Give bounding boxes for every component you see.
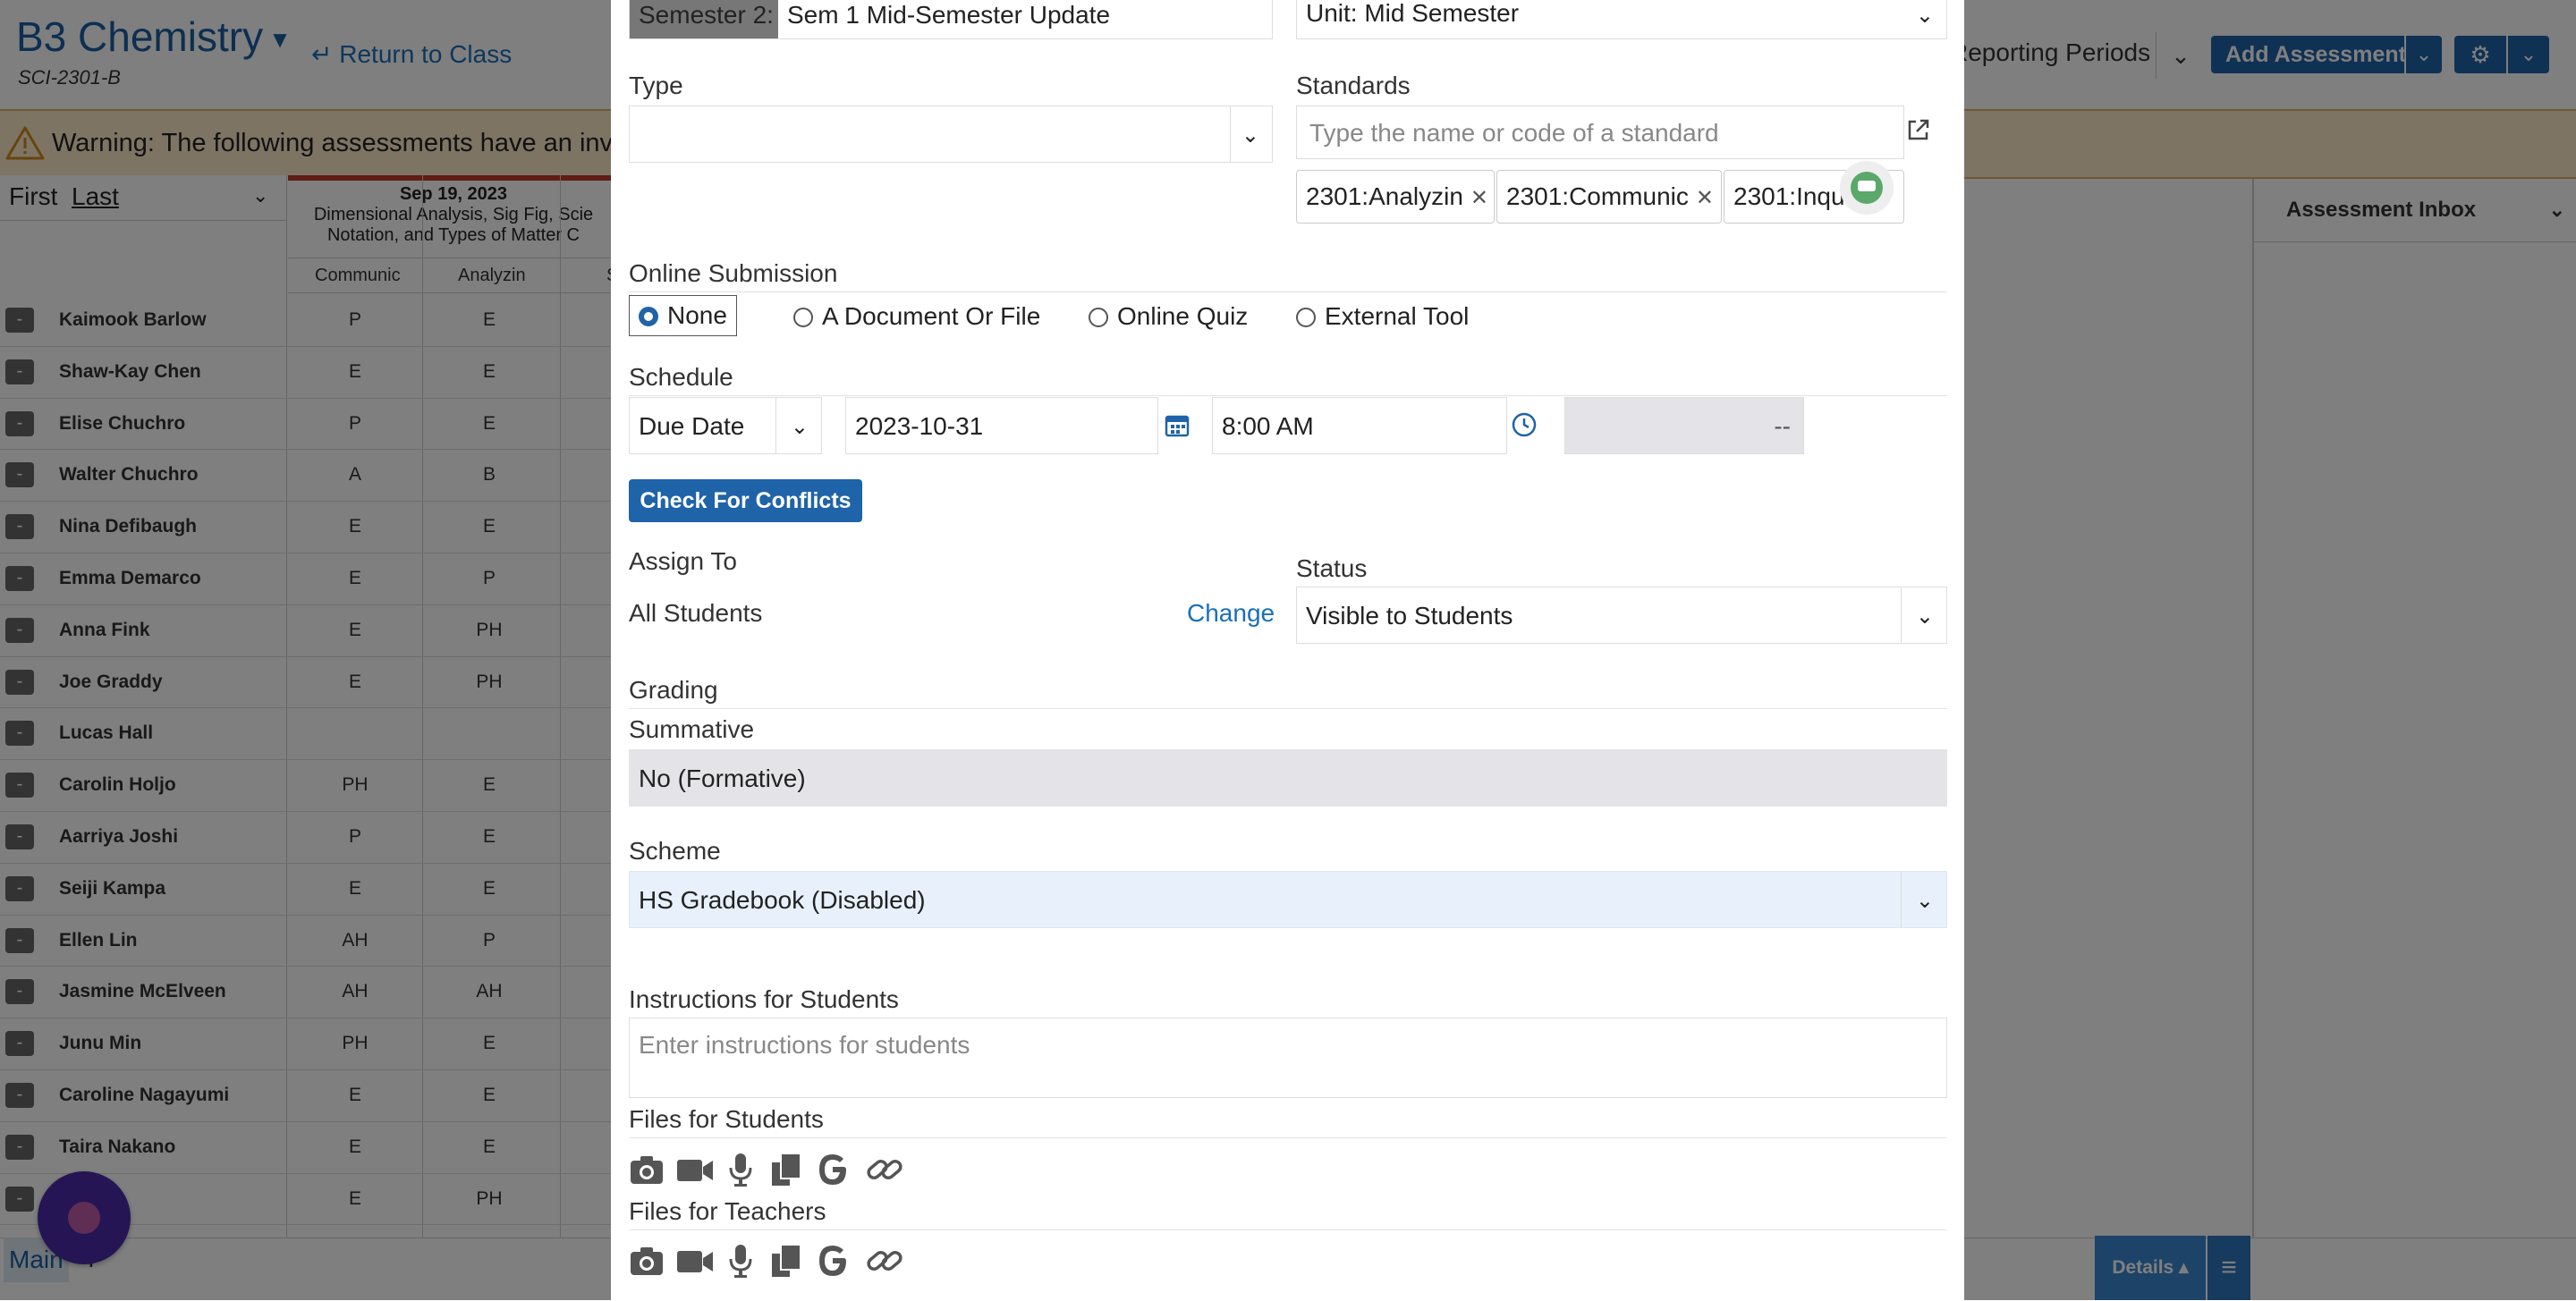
camera-icon[interactable] (629, 1152, 665, 1187)
scheme-value: HS Gradebook (Disabled) (639, 886, 926, 914)
due-type-select[interactable]: Due Date ⌄ (629, 397, 822, 454)
link-icon[interactable] (865, 1243, 904, 1279)
check-for-conflicts-button[interactable]: Check For Conflicts (629, 479, 862, 522)
grading-label: Grading (629, 676, 718, 704)
status-select[interactable]: Visible to Students ⌄ (1296, 587, 1947, 644)
google-icon[interactable] (815, 1243, 851, 1279)
video-icon[interactable] (675, 1243, 715, 1279)
assign-to-value: All Students (629, 599, 763, 627)
instructions-textarea[interactable]: Enter instructions for students (629, 1018, 1947, 1098)
standard-chip-2[interactable]: 2301:Communic ✕ (1496, 170, 1722, 224)
standard-chip-1[interactable]: 2301:Analyzin ✕ (1296, 170, 1495, 224)
submission-document-radio[interactable]: A Document Or File (793, 302, 1040, 331)
instructions-placeholder: Enter instructions for students (639, 1031, 970, 1059)
online-submission-label: Online Submission (629, 259, 838, 287)
close-icon[interactable]: ✕ (1470, 186, 1488, 210)
link-icon[interactable] (865, 1152, 904, 1187)
scheme-label: Scheme (629, 837, 721, 865)
instructions-label: Instructions for Students (629, 985, 899, 1013)
due-time-value: 8:00 AM (1222, 412, 1314, 440)
submission-quiz-radio[interactable]: Online Quiz (1089, 302, 1248, 331)
unit-select[interactable]: Unit: Mid Semester ⌄ (1296, 0, 1947, 39)
due-time-input[interactable]: 8:00 AM (1212, 397, 1507, 454)
summative-value: No (Formative) (639, 765, 806, 792)
video-icon[interactable] (675, 1152, 715, 1187)
copy-files-icon[interactable] (768, 1243, 804, 1279)
copy-files-icon[interactable] (768, 1152, 804, 1187)
close-icon[interactable]: ✕ (1696, 186, 1714, 210)
robot-assistant-icon[interactable] (1840, 161, 1894, 215)
status-value: Visible to Students (1306, 602, 1513, 629)
end-time-value: -- (1774, 412, 1791, 440)
status-label: Status (1296, 554, 1368, 582)
semester-field[interactable]: Semester 2: Sem 1 Mid-Semester Update (629, 0, 1273, 39)
external-link-icon[interactable] (1905, 116, 1932, 143)
chevron-down-icon: ⌄ (1241, 123, 1259, 148)
calendar-icon[interactable] (1164, 411, 1191, 438)
standards-placeholder: Type the name or code of a standard (1309, 119, 1719, 147)
change-assign-link[interactable]: Change (1187, 599, 1275, 628)
chevron-down-icon: ⌄ (790, 415, 809, 439)
end-time-field: -- (1564, 397, 1804, 454)
type-select[interactable]: ⌄ (629, 106, 1273, 163)
semester-label: Semester 2: (639, 1, 774, 29)
submission-none-radio[interactable]: None (629, 295, 737, 336)
semester-value: Sem 1 Mid-Semester Update (787, 1, 1111, 29)
google-icon[interactable] (815, 1152, 851, 1187)
microphone-icon[interactable] (727, 1152, 754, 1187)
schedule-label: Schedule (629, 363, 733, 391)
files-for-teachers-label: Files for Teachers (629, 1197, 826, 1225)
summative-label: Summative (629, 715, 755, 743)
chevron-down-icon: ⌄ (1915, 4, 1934, 28)
chevron-down-icon: ⌄ (1915, 889, 1934, 913)
camera-icon[interactable] (629, 1243, 665, 1279)
microphone-icon[interactable] (727, 1243, 754, 1279)
summative-field: No (Formative) (629, 749, 1947, 807)
chevron-down-icon: ⌄ (1915, 604, 1934, 629)
due-type-value: Due Date (639, 412, 745, 440)
standards-search-input[interactable]: Type the name or code of a standard (1296, 106, 1904, 159)
scheme-select[interactable]: HS Gradebook (Disabled) ⌄ (629, 871, 1947, 928)
standards-label: Standards (1296, 72, 1411, 99)
submission-external-tool-radio[interactable]: External Tool (1296, 302, 1469, 331)
due-date-value: 2023-10-31 (855, 412, 984, 440)
due-date-input[interactable]: 2023-10-31 (845, 397, 1158, 454)
files-for-students-label: Files for Students (629, 1105, 824, 1133)
assign-to-label: Assign To (629, 547, 737, 575)
assessment-edit-modal: Semester 2: Sem 1 Mid-Semester Update Un… (611, 0, 1964, 1300)
unit-value: Unit: Mid Semester (1306, 0, 1520, 27)
clock-icon[interactable] (1511, 411, 1538, 438)
type-label: Type (629, 72, 683, 99)
